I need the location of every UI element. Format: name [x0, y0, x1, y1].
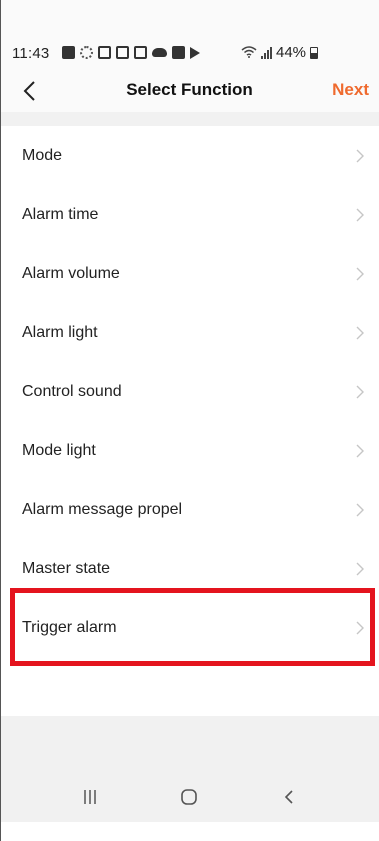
chevron-right-icon [356, 385, 364, 398]
battery-percent: 44% [276, 44, 307, 61]
gmail-icon [116, 46, 129, 59]
chevron-right-icon [356, 503, 364, 516]
list-item-alarm-message-propel[interactable]: Alarm message propel [0, 480, 379, 539]
gallery-icon [134, 46, 147, 59]
item-label: Alarm light [22, 323, 98, 341]
chevron-right-icon [356, 267, 364, 280]
chevron-right-icon [356, 326, 364, 339]
chevron-right-icon [356, 208, 364, 221]
battery-icon [310, 46, 319, 59]
list-item-master-state[interactable]: Master state [0, 539, 379, 598]
list-item-trigger-alarm[interactable]: Trigger alarm [0, 598, 379, 657]
item-label: Mode light [22, 441, 96, 459]
cloud-icon [152, 48, 167, 57]
notification-icons [62, 46, 200, 59]
chevron-right-icon [356, 562, 364, 575]
home-icon [181, 789, 198, 805]
chevron-right-icon [356, 149, 364, 162]
next-button[interactable]: Next [332, 80, 369, 100]
item-label: Trigger alarm [22, 618, 117, 636]
item-label: Alarm volume [22, 264, 120, 282]
item-label: Alarm time [22, 205, 99, 223]
chevron-right-icon [356, 444, 364, 457]
status-time: 11:43 [12, 45, 50, 62]
item-label: Alarm message propel [22, 500, 183, 518]
item-label: Control sound [22, 382, 122, 400]
list-item-control-sound[interactable]: Control sound [0, 362, 379, 421]
status-right: 44% [241, 44, 319, 61]
square-app-icon [98, 46, 111, 59]
home-button[interactable] [169, 782, 209, 812]
item-label: Mode [22, 146, 63, 164]
nav-back-button[interactable] [269, 782, 309, 812]
empty-area [0, 716, 379, 772]
list-item-alarm-light[interactable]: Alarm light [0, 303, 379, 362]
list-item-mode[interactable]: Mode [0, 126, 379, 185]
back-icon [285, 790, 293, 804]
youtube-icon [172, 46, 185, 59]
function-list: Mode Alarm time Alarm volume Alarm light… [0, 126, 379, 657]
item-label: Master state [22, 559, 111, 577]
recent-apps-button[interactable] [70, 782, 110, 812]
list-item-mode-light[interactable]: Mode light [0, 421, 379, 480]
wifi-icon [241, 45, 257, 61]
nav-bar [0, 772, 379, 822]
sync-icon [80, 46, 93, 59]
header: Select Function Next [0, 72, 379, 112]
chevron-right-icon [356, 621, 364, 634]
page-title: Select Function [126, 80, 253, 99]
list-item-alarm-volume[interactable]: Alarm volume [0, 244, 379, 303]
status-bar: 11:43 44% [0, 0, 379, 72]
header-separator [0, 112, 379, 126]
teams-icon [62, 46, 75, 59]
screen-edge [0, 0, 1, 841]
screen: 11:43 44% Select Function Next Mode Alar… [0, 0, 379, 841]
list-item-alarm-time[interactable]: Alarm time [0, 185, 379, 244]
signal-icon [261, 46, 272, 59]
play-icon [190, 46, 200, 59]
recent-apps-icon [84, 790, 96, 804]
